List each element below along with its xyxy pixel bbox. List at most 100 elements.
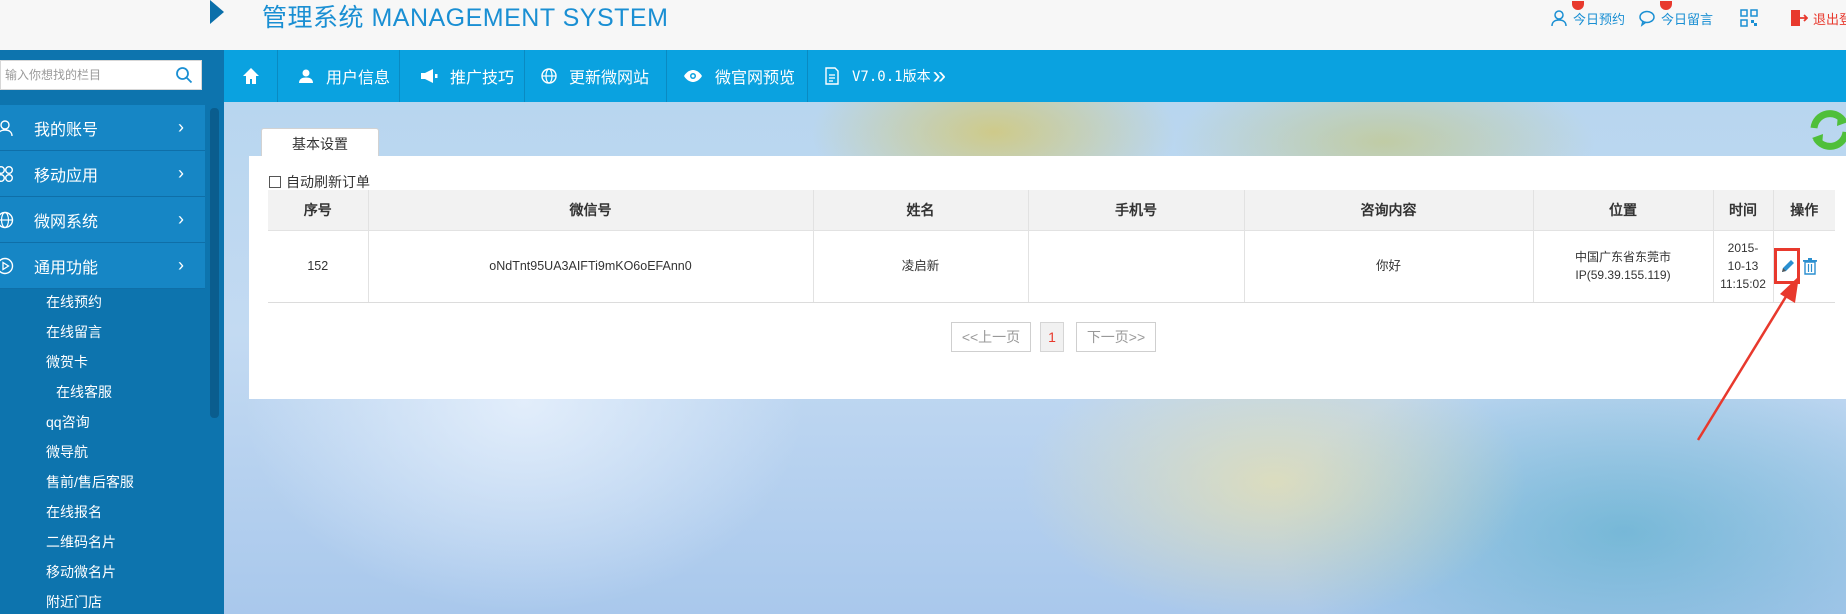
logout-label: 退出登: [1813, 11, 1846, 27]
cell-phone: [1028, 230, 1245, 303]
sidebar-item-label: 通用功能: [34, 259, 99, 277]
nav-label: 更新微网站: [569, 70, 650, 87]
column-header: 微信号: [368, 190, 814, 231]
globe-icon: [0, 211, 14, 228]
nav-label: V7.0.1版本: [852, 69, 931, 85]
sub-item-online-booking[interactable]: 在线预约: [46, 292, 102, 312]
logout-link[interactable]: 退出登: [1790, 8, 1846, 28]
sub-item-qrcode-card[interactable]: 二维码名片: [46, 532, 116, 552]
sub-item-qq-consult[interactable]: qq咨询: [46, 412, 90, 432]
cell-actions: [1773, 230, 1835, 303]
sub-item-nearby-store[interactable]: 附近门店: [46, 592, 102, 612]
sub-item-online-service[interactable]: 在线客服: [56, 382, 112, 402]
apps-icon: [0, 165, 13, 182]
sidebar-scrollbar[interactable]: [210, 108, 219, 418]
sidebar-search: [0, 60, 202, 90]
header-notch: [210, 0, 224, 24]
cell-content: 你好: [1244, 230, 1534, 303]
nav-site-preview[interactable]: 微官网预览: [667, 50, 808, 102]
chevron-right-icon: ›: [178, 117, 184, 137]
today-booking-label: 今日预约: [1573, 11, 1626, 27]
orders-table: 序号 微信号 姓名 手机号 咨询内容 位置 时间 操作 152 oNdTnt95…: [268, 190, 1835, 303]
sidebar-item-label: 我的账号: [34, 121, 99, 139]
time-clock: 11:15:02: [1720, 277, 1766, 291]
prev-page-button[interactable]: <<上一页: [951, 322, 1031, 352]
trash-icon[interactable]: [1802, 257, 1818, 275]
sidebar-item-label: 移动应用: [34, 167, 99, 185]
person-icon: [1551, 10, 1567, 27]
logout-icon: [1791, 10, 1808, 26]
sidebar-item-label: 微网系统: [34, 213, 99, 231]
location-region: 中国广东省东莞市: [1574, 250, 1671, 264]
nav-label: 微官网预览: [715, 70, 796, 87]
time-date-part1: 2015-: [1727, 241, 1759, 255]
megaphone-icon: [421, 69, 438, 83]
next-page-button[interactable]: 下一页>>: [1076, 322, 1156, 352]
sub-item-presale-service[interactable]: 售前/售后客服: [46, 472, 134, 492]
column-header: 姓名: [813, 190, 1029, 231]
search-icon[interactable]: [175, 66, 193, 84]
today-booking-link[interactable]: 今日预约: [1550, 1, 1626, 28]
cell-time: 2015- 10-13 11:15:02: [1713, 230, 1774, 303]
column-header: 操作: [1773, 190, 1835, 231]
chevron-double-right-icon: »: [932, 62, 946, 89]
cell-name: 凌启新: [813, 230, 1029, 303]
chat-icon: [1639, 10, 1655, 27]
sidebar-item-my-account[interactable]: 我的账号 ›: [0, 105, 205, 151]
sidebar-item-micro-web[interactable]: 微网系统 ›: [0, 197, 205, 243]
play-icon: [0, 257, 14, 274]
column-header: 时间: [1713, 190, 1774, 231]
eye-icon: [684, 70, 702, 82]
search-input[interactable]: [5, 65, 165, 85]
nav-user-info[interactable]: 用户信息: [278, 50, 400, 102]
chevron-right-icon: ›: [178, 163, 184, 183]
refresh-icon[interactable]: [1808, 110, 1846, 150]
table-row: 152 oNdTnt95UA3AIFTi9mKO6oEFAnn0 凌启新 你好 …: [268, 230, 1835, 303]
sub-item-online-signup[interactable]: 在线报名: [46, 502, 102, 522]
sidebar-item-mobile-apps[interactable]: 移动应用 ›: [0, 151, 205, 197]
globe-icon: [541, 68, 557, 84]
column-header: 咨询内容: [1244, 190, 1534, 231]
today-message-link[interactable]: 今日留言: [1638, 1, 1714, 28]
sub-item-mobile-card[interactable]: 移动微名片: [46, 562, 116, 582]
top-nav: 用户信息 推广技巧 更新微网站 微官网预览 V7.0.1版本 »: [224, 50, 1846, 102]
top-header: 管理系统 MANAGEMENT SYSTEM 今日预约 今日留言 退出登: [0, 0, 1846, 50]
user-icon: [0, 119, 13, 136]
nav-label: 推广技巧: [450, 70, 515, 87]
location-ip: IP(59.39.155.119): [1575, 268, 1671, 282]
auto-refresh-checkbox[interactable]: [269, 176, 281, 188]
qrcode-button[interactable]: [1740, 8, 1758, 28]
nav-promotion-tips[interactable]: 推广技巧: [400, 50, 525, 102]
auto-refresh-option[interactable]: 自动刷新订单: [269, 172, 370, 192]
time-date-part2: 10-13: [1727, 259, 1759, 273]
sidebar: 我的账号 › 移动应用 › 微网系统 › 通用功能 › 在线预约 在线留言 微贺…: [0, 50, 224, 614]
sub-item-online-message[interactable]: 在线留言: [46, 322, 102, 342]
nav-version[interactable]: V7.0.1版本 »: [808, 50, 968, 102]
chevron-right-icon: ›: [178, 209, 184, 229]
tab-basic-settings[interactable]: 基本设置: [261, 128, 379, 158]
sub-item-micro-nav[interactable]: 微导航: [46, 442, 88, 462]
sub-item-greeting-card[interactable]: 微贺卡: [46, 352, 88, 372]
auto-refresh-label: 自动刷新订单: [286, 174, 370, 190]
cell-id: 152: [268, 230, 369, 303]
column-header: 位置: [1533, 190, 1714, 231]
home-icon: [242, 68, 259, 84]
content-panel: 自动刷新订单 序号 微信号 姓名 手机号 咨询内容 位置 时间 操作 152 o…: [249, 156, 1846, 399]
nav-label: 用户信息: [326, 70, 391, 87]
table-header-row: 序号 微信号 姓名 手机号 咨询内容 位置 时间 操作: [268, 190, 1835, 231]
current-page[interactable]: 1: [1040, 322, 1064, 352]
home-button[interactable]: [224, 50, 278, 102]
column-header: 序号: [268, 190, 369, 231]
user-icon: [299, 69, 313, 83]
chevron-right-icon: ›: [178, 255, 184, 275]
column-header: 手机号: [1028, 190, 1245, 231]
sidebar-item-general-functions[interactable]: 通用功能 ›: [0, 243, 205, 289]
today-message-label: 今日留言: [1661, 11, 1714, 27]
app-title: 管理系统 MANAGEMENT SYSTEM: [262, 4, 669, 32]
nav-update-website[interactable]: 更新微网站: [525, 50, 667, 102]
document-icon: [825, 67, 839, 85]
cell-location: 中国广东省东莞市 IP(59.39.155.119): [1533, 230, 1714, 303]
main-content: 基本设置 自动刷新订单 序号 微信号 姓名 手机号 咨询内容 位置 时间 操作: [224, 102, 1846, 614]
cell-wechat: oNdTnt95UA3AIFTi9mKO6oEFAnn0: [368, 230, 814, 303]
edit-icon[interactable]: [1779, 257, 1797, 275]
